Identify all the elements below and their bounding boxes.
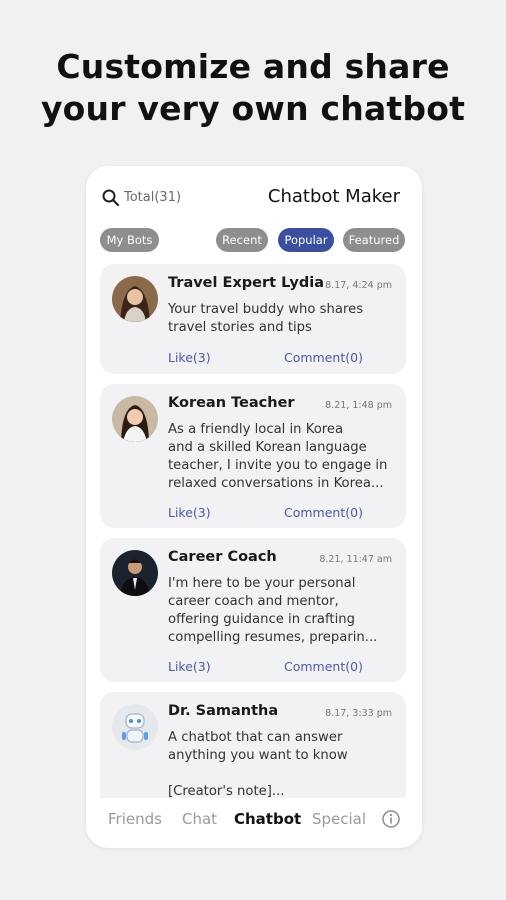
bot-date: 8.17, 4:24 pm <box>325 280 392 291</box>
bot-description: A chatbot that can answer anything you w… <box>168 730 348 799</box>
headline-line-1: Customize and share <box>56 47 450 86</box>
page-title: Chatbot Maker <box>267 186 400 207</box>
top-bar: Total(31) Chatbot Maker <box>86 184 422 214</box>
bot-description: As a friendly local in Korea and a skill… <box>168 422 388 491</box>
filter-featured-button[interactable]: Featured <box>343 228 405 252</box>
bot-description: I'm here to be your personal career coac… <box>168 576 378 645</box>
like-button[interactable]: Like(3) <box>168 505 211 520</box>
tab-friends[interactable]: Friends <box>108 810 162 828</box>
bot-name: Dr. Samantha <box>168 703 279 719</box>
search-icon[interactable] <box>101 188 121 208</box>
chatbot-card[interactable]: Dr. Samantha 8.17, 3:33 pm A chatbot tha… <box>100 692 406 812</box>
like-button[interactable]: Like(3) <box>168 659 211 674</box>
bot-name: Travel Expert Lydia <box>168 275 324 291</box>
avatar <box>112 396 158 442</box>
bot-name: Korean Teacher <box>168 395 295 411</box>
tab-chat[interactable]: Chat <box>182 810 217 828</box>
chatbot-card[interactable]: Travel Expert Lydia 8.17, 4:24 pm Your t… <box>100 264 406 374</box>
headline-line-2: your very own chatbot <box>40 89 466 128</box>
comment-button[interactable]: Comment(0) <box>284 505 363 520</box>
tab-special[interactable]: Special <box>312 810 366 828</box>
promo-headline: Customize and share your very own chatbo… <box>0 46 506 130</box>
avatar <box>112 550 158 596</box>
filter-my-bots-button[interactable]: My Bots <box>100 228 159 252</box>
like-button[interactable]: Like(3) <box>168 350 211 365</box>
bot-name: Career Coach <box>168 549 277 565</box>
info-icon[interactable] <box>381 809 401 829</box>
chatbot-card[interactable]: Career Coach 8.21, 11:47 am I'm here to … <box>100 538 406 682</box>
app-screen: Total(31) Chatbot Maker My Bots Recent P… <box>86 166 422 848</box>
chatbot-card[interactable]: Korean Teacher 8.21, 1:48 pm As a friend… <box>100 384 406 528</box>
bot-date: 8.21, 1:48 pm <box>325 400 392 411</box>
avatar <box>112 276 158 322</box>
bot-description: Your travel buddy who shares travel stor… <box>168 302 364 335</box>
total-count: Total(31) <box>124 190 182 205</box>
filter-popular-button[interactable]: Popular <box>278 228 334 252</box>
comment-button[interactable]: Comment(0) <box>284 350 363 365</box>
avatar <box>112 704 158 750</box>
bot-date: 8.21, 11:47 am <box>319 554 392 565</box>
filter-recent-button[interactable]: Recent <box>216 228 268 252</box>
comment-button[interactable]: Comment(0) <box>284 659 363 674</box>
tab-chatbot[interactable]: Chatbot <box>234 810 301 828</box>
bot-date: 8.17, 3:33 pm <box>325 708 392 719</box>
bottom-nav: Friends Chat Chatbot Special <box>86 798 422 840</box>
